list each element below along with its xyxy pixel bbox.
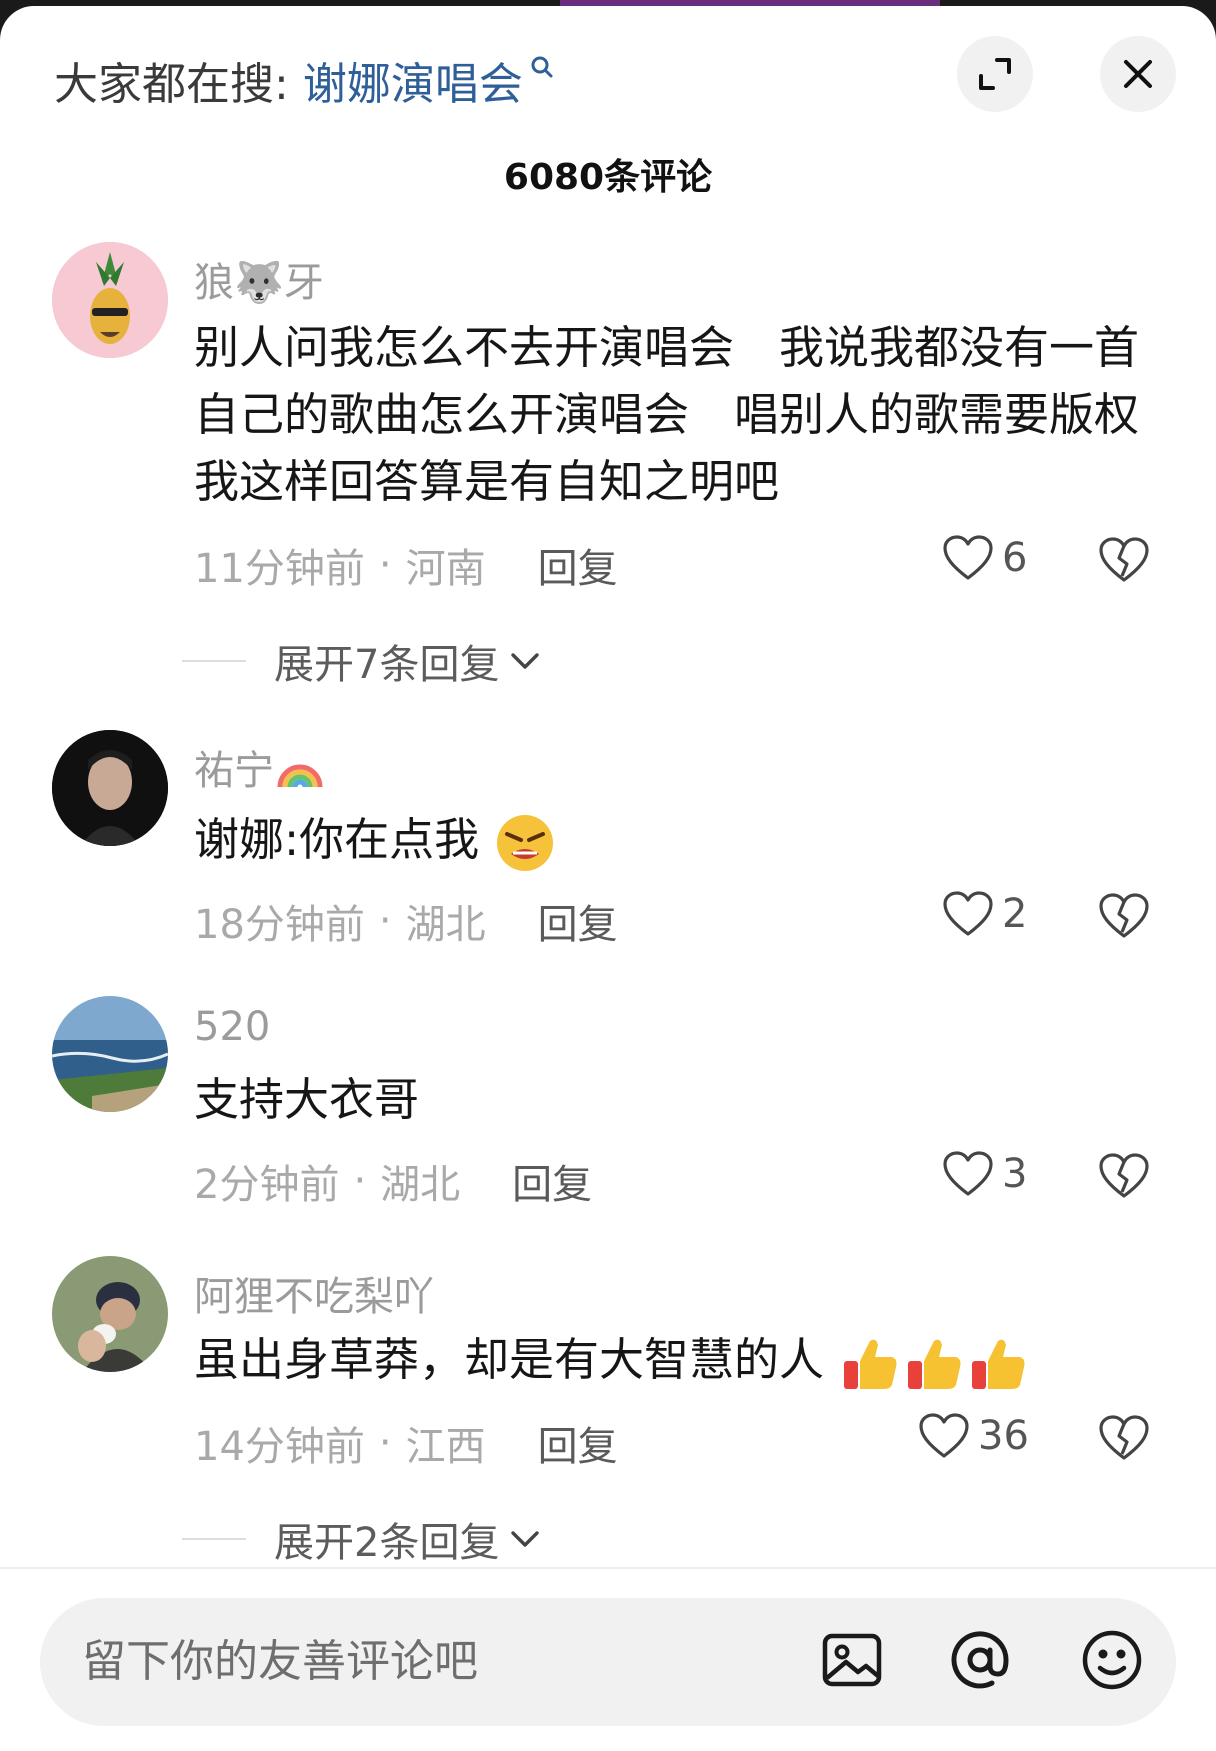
comment-sheet: 大家都在搜: 谢娜演唱会 6080条评论 狼🐺牙 别人问我怎么不去开演唱会 我说… — [0, 6, 1216, 1751]
comment-text-content: 谢娜:你在点我 — [194, 813, 480, 866]
comment-username[interactable]: 祐宁 — [194, 738, 326, 796]
heart-icon — [943, 891, 993, 936]
comment-username[interactable]: 阿狸不吃梨吖 — [194, 1264, 434, 1322]
comment-text: 虽出身草莽，却是有大智慧的人 — [194, 1326, 1154, 1395]
search-icon — [531, 56, 553, 78]
comment-text: 别人问我怎么不去开演唱会 我说我都没有一首自己的歌曲怎么开演唱会 唱别人的歌需要… — [194, 321, 1185, 508]
like-count: 3 — [1002, 1151, 1028, 1197]
avatar[interactable] — [52, 1256, 168, 1372]
emoji-icon[interactable] — [1080, 1628, 1144, 1692]
comment-time: 18分钟前 — [194, 902, 365, 948]
like-count: 6 — [1002, 535, 1028, 581]
dislike-button[interactable] — [1098, 892, 1150, 944]
username-text: 祐宁 — [194, 748, 274, 794]
comment-location: 湖北 — [380, 1162, 461, 1208]
expand-button[interactable] — [957, 36, 1033, 112]
comment-meta: 14分钟前 · 江西 回复 — [194, 1414, 618, 1472]
image-icon[interactable] — [820, 1628, 884, 1692]
heart-icon — [919, 1413, 969, 1458]
dislike-button[interactable] — [1098, 536, 1150, 588]
avatar-image — [52, 1256, 168, 1372]
reply-button[interactable]: 回复 — [538, 892, 618, 950]
avatar-image — [52, 242, 168, 358]
trending-search-term[interactable]: 谢娜演唱会 — [303, 48, 523, 112]
comment-meta: 18分钟前 · 湖北 回复 — [194, 892, 618, 950]
at-icon[interactable] — [948, 1628, 1012, 1692]
avatar[interactable] — [52, 242, 168, 358]
meta-separator: · — [378, 542, 392, 588]
comment-time: 11分钟前 — [194, 546, 365, 592]
divider-line — [182, 660, 246, 662]
comment-input-bar[interactable]: 留下你的友善评论吧 — [40, 1598, 1176, 1726]
reply-button[interactable]: 回复 — [512, 1152, 592, 1210]
meta-separator: · — [378, 1420, 392, 1466]
reply-button[interactable]: 回复 — [538, 1414, 618, 1472]
close-button[interactable] — [1100, 36, 1176, 112]
comment-meta: 11分钟前 · 河南 回复 — [194, 536, 618, 594]
background-strip — [560, 0, 940, 6]
thumbs-up-emoji-icon — [908, 1339, 961, 1389]
comment-location: 湖北 — [405, 902, 486, 948]
like-count: 36 — [978, 1413, 1029, 1459]
broken-heart-icon — [1099, 1153, 1149, 1198]
expand-replies-label: 展开7条回复 — [274, 642, 500, 688]
close-icon — [1124, 60, 1152, 88]
avatar[interactable] — [52, 730, 168, 846]
like-count: 2 — [1002, 891, 1028, 937]
avatar[interactable] — [52, 996, 168, 1112]
comment-username[interactable]: 狼🐺牙 — [194, 250, 324, 308]
comment-meta: 2分钟前 · 湖北 回复 — [194, 1152, 592, 1210]
dislike-button[interactable] — [1098, 1414, 1150, 1466]
trending-search-hint[interactable]: 大家都在搜: 谢娜演唱会 — [54, 50, 555, 110]
like-button[interactable]: 36 — [918, 1412, 1029, 1460]
expand-replies-button[interactable]: 展开7条回复 — [182, 632, 541, 690]
broken-heart-icon — [1099, 1415, 1149, 1460]
reply-button[interactable]: 回复 — [538, 536, 618, 594]
rainbow-icon — [277, 764, 323, 788]
chevron-down-icon — [511, 653, 540, 669]
search-prefix-label: 大家都在搜: — [54, 59, 289, 110]
like-button[interactable]: 2 — [942, 890, 1027, 938]
broken-heart-icon — [1099, 893, 1149, 938]
comment-count-title: 6080条评论 — [503, 157, 713, 198]
meta-separator: · — [353, 1158, 367, 1204]
expand-replies-button[interactable]: 展开2条回复 — [182, 1510, 541, 1568]
expand-replies-label: 展开2条回复 — [274, 1520, 500, 1566]
expand-icon — [979, 58, 1011, 90]
comment-time: 2分钟前 — [194, 1162, 340, 1208]
comment-username[interactable]: 520 — [194, 1004, 270, 1050]
comment-time: 14分钟前 — [194, 1424, 365, 1470]
chevron-down-icon — [511, 1531, 540, 1547]
broken-heart-icon — [1099, 537, 1149, 582]
composer-divider — [0, 1567, 1216, 1569]
comment-text: 谢娜:你在点我 — [194, 806, 1154, 874]
comment-input-placeholder[interactable]: 留下你的友善评论吧 — [82, 1598, 478, 1726]
avatar-image — [52, 730, 168, 846]
comment-text: 支持大衣哥 — [194, 1073, 420, 1126]
heart-icon — [943, 1151, 993, 1196]
thumbs-up-emoji-icon — [844, 1339, 897, 1389]
avatar-image — [52, 996, 168, 1112]
heart-icon — [943, 535, 993, 580]
like-button[interactable]: 6 — [942, 534, 1027, 582]
angry-face-emoji-icon — [497, 815, 554, 871]
dislike-button[interactable] — [1098, 1152, 1150, 1204]
thumbs-up-emoji-icon — [972, 1339, 1025, 1389]
comment-text-content: 虽出身草莽，却是有大智慧的人 — [194, 1333, 825, 1386]
divider-line — [182, 1538, 246, 1540]
meta-separator: · — [378, 898, 392, 944]
like-button[interactable]: 3 — [942, 1150, 1027, 1198]
comment-location: 江西 — [405, 1424, 486, 1470]
comment-location: 河南 — [405, 546, 486, 592]
